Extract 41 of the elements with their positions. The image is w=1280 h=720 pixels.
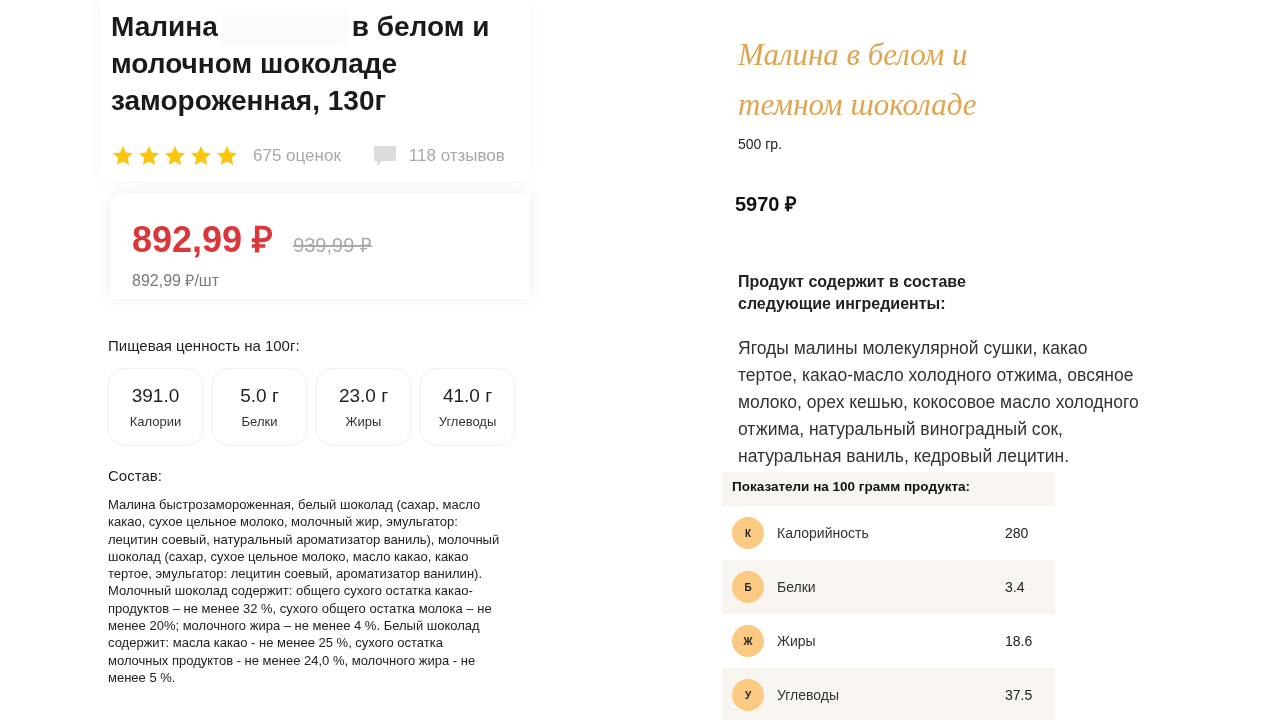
nutrient-name: Белки (777, 577, 817, 597)
ratings-count: 675 оценок (253, 145, 341, 168)
nutrient-value: 280 (1005, 523, 1029, 543)
nutrient-value: 5.0 г (240, 383, 279, 408)
letter-badge: У (732, 679, 764, 711)
star-icon (189, 144, 213, 168)
product-title: Малина в белом и темном шоколаде (738, 36, 978, 124)
nutrient-value: 18.6 (1005, 631, 1033, 651)
nutrient-label: Углеводы (438, 413, 497, 431)
old-price: 939,99 ₽ (293, 233, 372, 258)
letter-badge: Ж (732, 625, 764, 657)
nutrient-label: Жиры (345, 413, 382, 431)
nutrient-value: 41.0 г (442, 383, 493, 408)
nutrient-value: 391.0 (131, 383, 180, 408)
section-heading: Состав: (108, 465, 163, 486)
product-weight: 500 гр. (738, 135, 784, 154)
letter-badge: Б (732, 571, 764, 603)
letter-badge: К (732, 517, 764, 549)
current-price: 892,99 ₽ (132, 218, 274, 262)
table-header: Показатели на 100 грамм продукта: (722, 472, 1055, 506)
star-icon (163, 144, 187, 168)
reviews-count: 118 отзывов (408, 145, 505, 168)
section-heading: Продукт содержит в составе следующие ингредиенты: (738, 272, 967, 314)
nutrient-name: Жиры (777, 631, 817, 651)
nutrient-value: 23.0 г (338, 383, 389, 408)
nutrient-label: Калории (129, 413, 182, 431)
star-icon (137, 144, 161, 168)
composition-text: Малина быстрозамороженная, белый шоколад (сахар, масло какао, сухое цельное молоко, молочный жир, эмульгатор: лецитин соевый, натуральный ароматизатор ваниль), молочный шоколад (сахар, сухое цельное молоко, масло какао, какао тертое, эмульгатор: лецитин соевый, ароматизатор ванилин). Молочный шоколад содержит: общего сухого остатка какао-продуктов – не менее 32 %, сухого общего остатка молока – не менее 20%; молочного жира – не менее 4 %. Белый шоколад содержит: масла какао - не менее 25 %, сухого остатка молочных продуктов - не менее 24,0 %, молочного жира - не менее 5 %. (108, 496, 501, 687)
product-price: 5970 ₽ (735, 192, 799, 217)
comment-icon (372, 144, 397, 168)
nutrient-label: Белки (241, 413, 278, 431)
nutrient-name: Углеводы (777, 685, 840, 705)
unit-price: 892,99 ₽/шт (132, 271, 220, 291)
nutrient-name: Калорийность (777, 523, 870, 543)
section-heading: Пищевая ценность на 100г: (108, 336, 301, 356)
star-icon (111, 144, 135, 168)
product-title: Малина в белом и молочном шоколаде замороженная, 130г (111, 10, 491, 118)
nutrient-value: 3.4 (1005, 577, 1025, 597)
ingredients-text: Ягоды малины молекулярной сушки, какао тертое, какао-масло холодного отжима, овсяное молоко, орех кешью, кокосовое масло холодного отжима, натуральный виноградный сок, натуральная ваниль, кедровый лецитин. (738, 337, 1140, 468)
star-icon (215, 144, 239, 168)
nutrient-value: 37.5 (1005, 685, 1033, 705)
